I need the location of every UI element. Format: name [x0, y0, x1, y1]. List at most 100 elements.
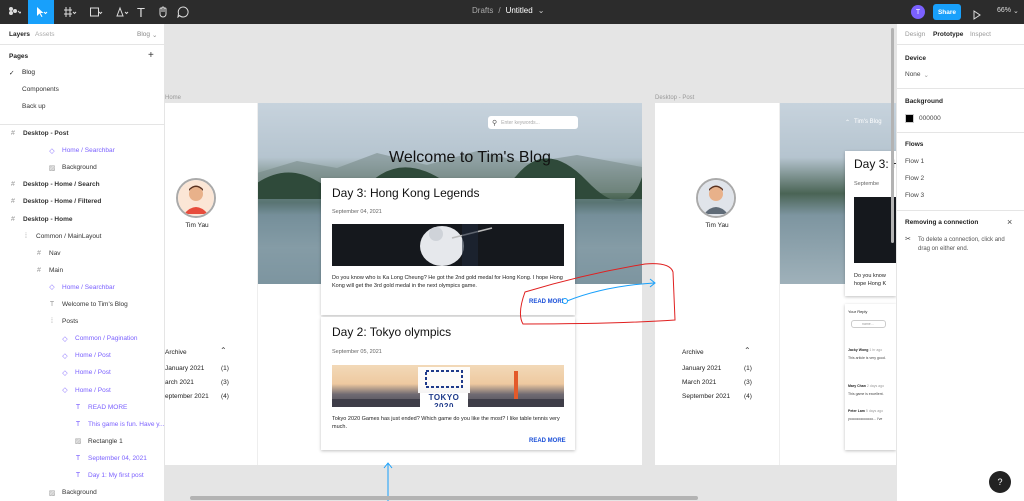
layer-row[interactable]: # Main — [0, 262, 164, 279]
layer-row[interactable]: # Desktop - Home — [0, 211, 164, 228]
layer-row[interactable]: ▨ Background — [0, 159, 164, 176]
text-icon: T — [49, 301, 55, 308]
hand-tool-icon[interactable] — [155, 0, 171, 24]
tab-layers[interactable]: Layers — [9, 31, 30, 38]
image-icon: ▨ — [48, 164, 56, 172]
frame-icon: # — [11, 198, 15, 206]
share-button[interactable]: Share — [933, 4, 961, 20]
layer-row[interactable]: ⁞ Common / MainLayout — [0, 228, 164, 245]
flow-item[interactable]: Flow 3 — [905, 192, 924, 199]
background-hex[interactable]: 000000 — [919, 115, 941, 122]
layer-row[interactable]: ◇ Common / Pagination — [0, 330, 164, 347]
layer-row[interactable]: ⁞ Posts — [0, 313, 164, 330]
hand-drawn-annotation — [519, 263, 676, 325]
horizontal-scrollbar[interactable] — [190, 496, 698, 500]
breadcrumb-drafts[interactable]: Drafts — [472, 6, 493, 15]
component-icon: ◇ — [62, 335, 68, 343]
device-select[interactable]: None ⌄ — [905, 71, 929, 79]
layer-row[interactable]: T Welcome to Tim's Blog — [0, 296, 164, 313]
layer-label: Home / Post — [75, 352, 111, 360]
page-item-back-up[interactable]: Back up — [22, 103, 46, 110]
layer-row[interactable]: T September 04, 2021 — [0, 450, 164, 467]
flow-item[interactable]: Flow 1 — [905, 158, 924, 165]
close-icon[interactable]: × — [1007, 217, 1012, 227]
file-name[interactable]: Untitled — [506, 6, 533, 15]
component-icon: ◇ — [49, 147, 55, 155]
layer-label: Rectangle 1 — [88, 437, 123, 445]
layer-row[interactable]: T This game is fun. Have y... — [0, 416, 164, 433]
chevron-down-icon: ⌄ — [1013, 8, 1019, 15]
pen-tool-icon[interactable] — [110, 0, 134, 24]
text-icon: T — [75, 472, 81, 479]
text-icon: T — [75, 420, 81, 428]
breadcrumb-separator: / — [498, 6, 501, 15]
layer-row[interactable]: ◇ Home / Searchbar — [0, 279, 164, 296]
layer-label: Home / Searchbar — [62, 283, 115, 291]
layer-label: Desktop - Post — [23, 130, 69, 137]
layer-label: READ MORE — [88, 403, 128, 411]
zoom-menu[interactable]: 66% ⌄ — [997, 7, 1019, 15]
flow-item[interactable]: Flow 2 — [905, 175, 924, 182]
check-icon: ✓ — [9, 70, 15, 77]
scissors-icon: ✂ — [905, 236, 911, 243]
divider — [897, 44, 1024, 45]
background-title: Background — [905, 98, 943, 105]
frame-icon: # — [37, 266, 41, 274]
tab-design[interactable]: Design — [905, 31, 925, 38]
rectangle-tool-icon[interactable] — [84, 0, 108, 24]
figma-menu-icon[interactable] — [0, 0, 28, 24]
layer-label: Common / Pagination — [75, 335, 138, 343]
component-icon: ◇ — [62, 369, 68, 377]
layer-row[interactable]: ◇ Home / Post — [0, 364, 164, 381]
layout-icon: ⁞ — [25, 232, 27, 240]
layer-row[interactable]: T READ MORE — [0, 399, 164, 416]
breadcrumb: Drafts / Untitled ⌄ — [472, 6, 544, 15]
text-tool-icon[interactable]: T — [134, 0, 148, 24]
page-selector[interactable]: Blog ⌄ — [137, 31, 157, 39]
page-item-components[interactable]: Components — [22, 86, 59, 93]
vertical-scrollbar[interactable] — [891, 28, 894, 243]
move-tool-icon[interactable] — [28, 0, 54, 24]
layer-row[interactable]: # Desktop - Home / Search — [0, 176, 164, 193]
layer-label: Background — [62, 489, 97, 497]
flows-title: Flows — [905, 141, 924, 148]
comment-tool-icon[interactable] — [175, 0, 191, 24]
properties-panel: Design Prototype Inspect Device None ⌄ B… — [896, 24, 1024, 501]
layer-label: Home / Searchbar — [62, 147, 115, 155]
layer-row[interactable]: T Day 1: My first post — [0, 467, 164, 484]
layer-row[interactable]: ◇ Home / Searchbar — [0, 142, 164, 159]
layer-label: Main — [49, 266, 64, 274]
tab-inspect[interactable]: Inspect — [970, 31, 991, 38]
zoom-level: 66% — [997, 7, 1012, 14]
layout-icon: ⁞ — [51, 318, 53, 326]
layer-label: Desktop - Home / Search — [23, 181, 100, 189]
layer-row[interactable]: ◇ Home / Post — [0, 347, 164, 364]
add-page-icon[interactable]: + — [148, 50, 154, 61]
help-button[interactable]: ? — [989, 471, 1011, 493]
layer-row[interactable]: # Desktop - Home / Filtered — [0, 193, 164, 210]
layer-row[interactable]: # Nav — [0, 245, 164, 262]
user-avatar[interactable]: T — [911, 5, 925, 19]
layer-label: Desktop - Home / Filtered — [23, 198, 102, 206]
layer-row[interactable]: # Desktop - Post — [0, 125, 164, 142]
tab-assets[interactable]: Assets — [35, 31, 55, 38]
image-icon: ▨ — [74, 438, 82, 446]
layer-row[interactable]: ◇ Home / Post — [0, 382, 164, 399]
frame-tool-icon[interactable] — [58, 0, 82, 24]
canvas[interactable]: Home ⚲ Enter keywords... Welcome to Tim'… — [165, 24, 896, 501]
layer-label: Home / Post — [75, 386, 111, 394]
divider — [897, 132, 1024, 133]
layer-row[interactable]: ▨ Background — [0, 484, 164, 501]
text-icon: T — [75, 403, 81, 411]
background-color-swatch[interactable] — [905, 114, 914, 123]
chevron-down-icon: ⌄ — [923, 72, 929, 79]
prototype-overlay — [383, 263, 676, 501]
layers-panel: Layers Assets Blog ⌄ Pages + ✓ Blog Comp… — [0, 24, 165, 501]
page-selector-label: Blog — [137, 31, 151, 38]
chevron-down-icon[interactable]: ⌄ — [538, 6, 545, 15]
tab-prototype[interactable]: Prototype — [933, 31, 963, 38]
component-icon: ◇ — [62, 352, 68, 360]
layer-row[interactable]: ▨ Rectangle 1 — [0, 433, 164, 450]
divider — [897, 88, 1024, 89]
present-play-icon[interactable] — [973, 7, 981, 25]
